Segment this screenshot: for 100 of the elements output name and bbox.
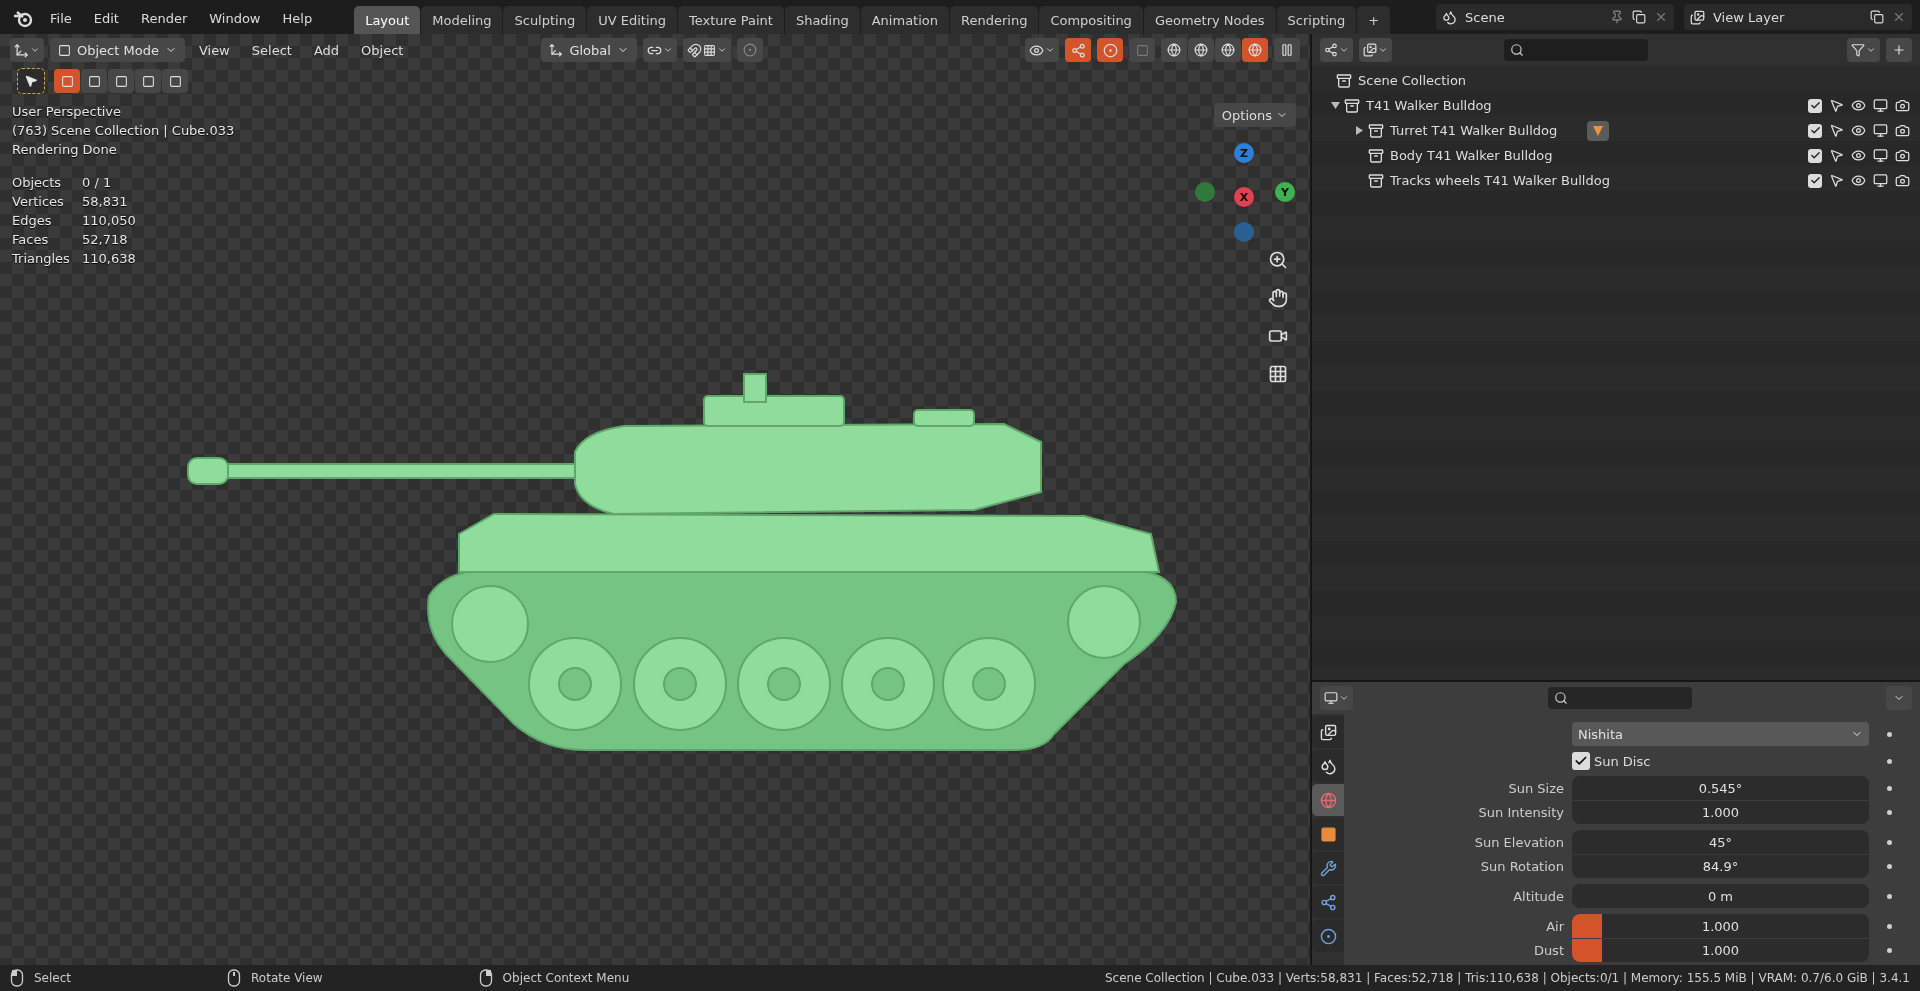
menu-item[interactable]: File: [40, 2, 82, 34]
outliner-item[interactable]: Tracks wheels T41 Walker Bulldog: [1390, 173, 1610, 188]
workspace-tab[interactable]: Geometry Nodes: [1143, 6, 1276, 34]
menu-item[interactable]: Help: [272, 2, 323, 34]
keyframe-dot[interactable]: [1886, 893, 1892, 899]
shading-button[interactable]: [1215, 38, 1241, 62]
eye-icon[interactable]: [1851, 123, 1866, 138]
checkbox[interactable]: [1808, 123, 1822, 138]
select-tool-button[interactable]: [18, 69, 44, 93]
menu-item[interactable]: Window: [199, 2, 271, 34]
monitor-icon[interactable]: [1873, 173, 1888, 188]
workspace-tab[interactable]: UV Editing: [587, 6, 677, 34]
y-axis-handle-icon[interactable]: [1195, 182, 1215, 202]
number-field[interactable]: 0.545°: [1572, 776, 1869, 800]
outliner-item[interactable]: Body T41 Walker Bulldog: [1390, 148, 1553, 163]
shading-button[interactable]: [1161, 38, 1187, 62]
keyframe-dot[interactable]: [1886, 809, 1892, 815]
eye-icon[interactable]: [1851, 98, 1866, 113]
number-field[interactable]: 0 m: [1572, 884, 1869, 908]
z-axis-handle-icon[interactable]: [1234, 222, 1254, 242]
workspace-tab[interactable]: Shading: [784, 6, 860, 34]
display-mode-button[interactable]: [1320, 38, 1353, 62]
orientation-dropdown[interactable]: Global: [541, 38, 637, 62]
search-field[interactable]: [1504, 39, 1648, 61]
copy-icon[interactable]: [1632, 10, 1646, 24]
new-collection-button[interactable]: [1886, 38, 1912, 62]
workspace-tab[interactable]: Texture Paint: [678, 6, 784, 34]
properties-tab[interactable]: [1312, 716, 1344, 748]
proportional-button[interactable]: [736, 38, 763, 62]
number-field[interactable]: 1.000: [1572, 800, 1869, 824]
keyframe-dot[interactable]: [1886, 758, 1892, 764]
keyframe-dot[interactable]: [1886, 947, 1892, 953]
keyframe-dot[interactable]: [1886, 731, 1892, 737]
eye-icon[interactable]: [1851, 173, 1866, 188]
overlay-button[interactable]: [1097, 38, 1123, 62]
viewport-menu[interactable]: View: [190, 38, 238, 62]
sky-type-dropdown[interactable]: Nishita: [1572, 722, 1869, 746]
pointer-icon[interactable]: [1829, 173, 1844, 188]
axis-handle[interactable]: X: [1234, 187, 1254, 207]
shading-button[interactable]: [1242, 38, 1268, 62]
modifier-icon[interactable]: [1587, 120, 1610, 141]
properties-tab[interactable]: [1312, 852, 1344, 884]
pointer-icon[interactable]: [1829, 148, 1844, 163]
add-workspace-button[interactable]: +: [1357, 6, 1391, 34]
disclosure-arrow-icon[interactable]: [1354, 126, 1364, 135]
editor-type-button[interactable]: [10, 38, 44, 62]
mode-dropdown[interactable]: Object Mode: [50, 38, 185, 62]
menu-item[interactable]: Edit: [83, 2, 129, 34]
zoom-icon[interactable]: [1268, 250, 1288, 270]
close-icon[interactable]: [1892, 10, 1906, 24]
menu-item[interactable]: Render: [130, 2, 198, 34]
axis-handle[interactable]: Y: [1275, 182, 1295, 202]
monitor-icon[interactable]: [1873, 98, 1888, 113]
select-mode-button[interactable]: [54, 69, 80, 93]
pointer-icon[interactable]: [1829, 98, 1844, 113]
hand-icon[interactable]: [1268, 288, 1288, 308]
keyframe-dot[interactable]: [1886, 863, 1892, 869]
number-field[interactable]: 45°: [1572, 830, 1869, 854]
properties-tab[interactable]: [1312, 886, 1344, 918]
workspace-tab[interactable]: Layout: [354, 6, 421, 34]
viewport-menu[interactable]: Add: [305, 38, 348, 62]
close-icon[interactable]: [1654, 10, 1668, 24]
gizmo-button[interactable]: [1065, 38, 1091, 62]
camera-icon[interactable]: [1895, 173, 1910, 188]
select-mode-button[interactable]: [162, 69, 188, 93]
camera-icon[interactable]: [1895, 123, 1910, 138]
checkbox[interactable]: [1808, 148, 1822, 163]
pause-button[interactable]: [1274, 38, 1300, 62]
properties-tab[interactable]: [1312, 750, 1344, 782]
outliner-item[interactable]: Scene Collection: [1358, 73, 1467, 88]
camera-icon[interactable]: [1895, 98, 1910, 113]
outliner-item[interactable]: T41 Walker Bulldog: [1366, 98, 1492, 113]
workspace-tab[interactable]: Modeling: [421, 6, 503, 34]
pin-icon[interactable]: [1610, 10, 1624, 24]
viewport-menu[interactable]: Select: [243, 38, 300, 62]
snap-button[interactable]: [682, 38, 731, 62]
editor-type-button[interactable]: [1320, 686, 1353, 710]
copy-icon[interactable]: [1870, 10, 1884, 24]
workspace-tab[interactable]: Rendering: [950, 6, 1039, 34]
select-mode-button[interactable]: [81, 69, 107, 93]
select-mode-button[interactable]: [108, 69, 134, 93]
workspace-tab[interactable]: Sculpting: [503, 6, 587, 34]
eye-icon[interactable]: [1851, 148, 1866, 163]
filter-button[interactable]: [1847, 38, 1880, 62]
keyframe-dot[interactable]: [1886, 839, 1892, 845]
properties-tab[interactable]: [1312, 818, 1344, 850]
viewport-menu[interactable]: Object: [353, 38, 412, 62]
scene-selector[interactable]: Scene: [1436, 4, 1674, 30]
workspace-tab[interactable]: Compositing: [1039, 6, 1143, 34]
workspace-tab[interactable]: Animation: [860, 6, 949, 34]
pivot-button[interactable]: [642, 38, 677, 62]
keyframe-dot[interactable]: [1886, 785, 1892, 791]
keyframe-dot[interactable]: [1886, 923, 1892, 929]
view-layer-selector[interactable]: View Layer: [1684, 4, 1912, 30]
axis-handle[interactable]: Z: [1234, 143, 1254, 163]
shading-button[interactable]: [1188, 38, 1214, 62]
number-field[interactable]: 1.000: [1572, 914, 1869, 938]
monitor-icon[interactable]: [1873, 148, 1888, 163]
grid-icon[interactable]: [1268, 364, 1288, 384]
number-field[interactable]: 84.9°: [1572, 854, 1869, 878]
